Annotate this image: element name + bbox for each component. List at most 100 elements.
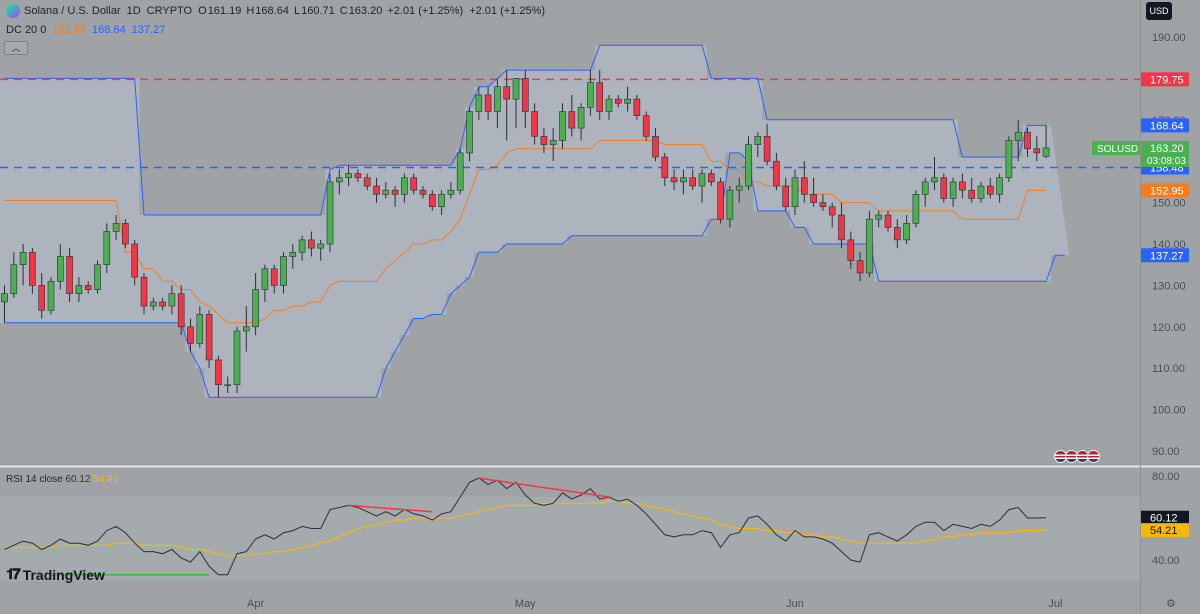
price-tick-label: 190.00: [1152, 32, 1186, 44]
candle-body: [531, 111, 538, 137]
candle-body: [828, 206, 836, 216]
candle-body: [112, 223, 120, 232]
candle-body: [689, 177, 697, 187]
candle-body: [763, 136, 771, 162]
donchian-lower-value: 137.27: [131, 24, 166, 36]
candle-body: [19, 251, 27, 265]
candle-body: [335, 177, 343, 183]
candle-body: [47, 280, 55, 311]
rsi-value-text: 60.12: [1150, 513, 1178, 525]
candle-body: [308, 239, 315, 249]
candle-body: [410, 177, 418, 191]
candle-body: [456, 152, 464, 191]
events-flags-icon[interactable]: [1054, 450, 1100, 463]
candle-body: [66, 256, 73, 294]
candle-body: [707, 173, 715, 183]
candle-body: [243, 326, 250, 332]
candle-body: [382, 189, 390, 195]
candle-body: [317, 243, 325, 249]
candle-body: [745, 144, 752, 187]
rsi-tick-label: 80.00: [1152, 471, 1180, 483]
price-tick-label: 100.00: [1152, 405, 1186, 417]
candle-body: [131, 243, 138, 278]
candle-body: [587, 82, 594, 108]
candle-body: [847, 239, 855, 261]
candle-body: [521, 78, 529, 112]
candle-body: [75, 285, 83, 294]
candle-body: [838, 214, 845, 241]
candle-body: [800, 177, 808, 195]
tradingview-wordmark: TradingView: [22, 566, 105, 583]
time-tick-label: Jun: [786, 598, 804, 610]
price-tick-label: 130.00: [1152, 280, 1186, 292]
candle-body: [1014, 131, 1022, 141]
candle-body: [447, 189, 455, 195]
rsi-value-text: 54.21: [1150, 525, 1178, 537]
price-label-text: 168.64: [1150, 120, 1184, 132]
candle-body: [875, 214, 883, 220]
close-label: C: [339, 5, 348, 17]
candle-body: [670, 177, 678, 183]
candle-body: [754, 136, 762, 145]
rsi-tick-label: 40.00: [1152, 555, 1180, 567]
price-tick-label: 110.00: [1152, 363, 1185, 375]
high-value: 168.64: [255, 5, 289, 17]
donchian-legend[interactable]: DC 20 0 152.95 168.64 137.27: [6, 24, 165, 36]
chart-header: Solana / U.S. Dollar 1D CRYPTO O 161.19 H…: [0, 0, 551, 22]
close-value: 163.20: [348, 5, 383, 17]
countdown-text: 03:08:03: [1147, 156, 1186, 167]
candle-body: [419, 189, 427, 195]
candle-body: [698, 173, 706, 187]
candle-body: [540, 136, 548, 145]
settings-gear-icon[interactable]: ⚙: [1166, 597, 1176, 610]
collapse-legend-button[interactable]: ︿: [4, 41, 28, 55]
candle-body: [1033, 148, 1041, 154]
time-tick-label: Apr: [247, 598, 264, 610]
candle-body: [856, 260, 864, 274]
candle-body: [977, 185, 985, 199]
symbol-name[interactable]: Solana / U.S. Dollar: [24, 5, 121, 17]
low-label: L: [293, 5, 301, 17]
candle-body: [438, 194, 445, 208]
candle-body: [373, 185, 380, 195]
candle-body: [224, 384, 231, 387]
candle-body: [289, 251, 297, 257]
candle-body: [717, 181, 724, 220]
rsi-name: RSI 14 close: [6, 474, 63, 485]
price-chart[interactable]: 190.00180.00170.00160.00150.00140.00130.…: [0, 0, 1200, 614]
candle-body: [466, 111, 473, 154]
candle-body: [549, 140, 557, 145]
donchian-mid-value: 152.95: [52, 24, 87, 36]
candle-body: [782, 185, 790, 208]
candle-body: [940, 177, 948, 199]
candle-body: [494, 86, 501, 112]
solana-logo-icon: [6, 4, 20, 18]
time-tick-label: May: [515, 598, 536, 610]
candle-body: [103, 231, 111, 266]
candle-body: [577, 107, 585, 129]
candle-body: [903, 223, 910, 241]
candle-body: [280, 256, 287, 286]
tradingview-logo[interactable]: 𝟏𝟕 TradingView: [6, 566, 105, 583]
candle-body: [140, 276, 148, 307]
interval[interactable]: 1D: [127, 5, 141, 17]
open-value: 161.19: [207, 5, 242, 17]
candle-body: [959, 181, 966, 191]
candle-body: [652, 136, 659, 158]
candle-body: [84, 285, 92, 290]
candle-body: [614, 98, 622, 104]
rsi-legend[interactable]: RSI 14 close 60.12 54.21: [6, 474, 118, 485]
rsi-legend-value: 60.12: [65, 474, 91, 485]
currency-button[interactable]: USD: [1146, 2, 1172, 20]
candle-body: [270, 268, 278, 286]
candle-body: [568, 111, 576, 129]
price-tick-label: 150.00: [1152, 198, 1186, 210]
candle-body: [931, 177, 938, 183]
candle-body: [363, 177, 371, 187]
exchange: CRYPTO: [146, 5, 193, 17]
candle-body: [559, 111, 566, 141]
candle-body: [512, 78, 520, 100]
candle-body: [921, 181, 929, 195]
candle-body: [391, 189, 399, 195]
price-label-text: 152.95: [1150, 185, 1184, 197]
